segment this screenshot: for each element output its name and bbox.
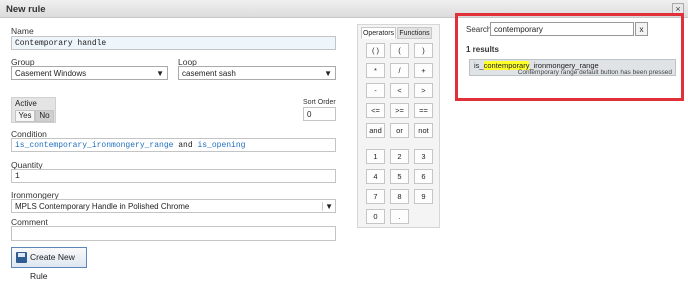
operator-key[interactable]: * (366, 63, 385, 78)
operators-panel: Operators Functions ( ) () * / + - < > <= >= == and… (357, 24, 440, 228)
condition-input[interactable]: is_contemporary_ironmongery_range and is… (11, 138, 336, 152)
loop-select[interactable]: casement sash ▼ (178, 66, 336, 80)
ironmongery-select[interactable]: MPLS Contemporary Handle in Polished Chr… (11, 199, 336, 213)
comment-input[interactable] (11, 226, 336, 241)
ironmongery-select-value: MPLS Contemporary Handle in Polished Chr… (15, 202, 190, 211)
operator-key[interactable]: and (366, 123, 385, 138)
number-key[interactable]: 1 (366, 149, 385, 164)
operator-key[interactable]: ( (390, 43, 409, 58)
dialog-title: New rule (6, 4, 46, 15)
chevron-down-icon: ▼ (156, 69, 164, 78)
number-key[interactable]: 8 (390, 189, 409, 204)
group-select[interactable]: Casement Windows ▼ (11, 66, 168, 80)
sort-order-input[interactable]: 0 (303, 107, 336, 121)
operator-key[interactable]: + (414, 63, 433, 78)
active-label: Active (15, 99, 37, 108)
group-select-value: Casement Windows (15, 69, 87, 78)
condition-identifier: is_contemporary_ironmongery_range (15, 141, 174, 150)
number-key[interactable]: 9 (414, 189, 433, 204)
sort-order-label: Sort Order (303, 99, 336, 106)
loop-select-value: casement sash (182, 69, 236, 78)
tab-operators[interactable]: Operators (361, 27, 396, 39)
operator-key[interactable]: ) (414, 43, 433, 58)
number-key[interactable]: 2 (390, 149, 409, 164)
number-key[interactable]: 3 (414, 149, 433, 164)
number-key[interactable]: 6 (414, 169, 433, 184)
save-icon (16, 252, 27, 263)
operator-key[interactable]: / (390, 63, 409, 78)
search-result-item[interactable]: is_contemporary_ironmongery_range Contem… (469, 59, 676, 76)
operator-key[interactable]: - (366, 83, 385, 98)
chevron-down-icon: ▼ (322, 202, 333, 211)
operator-key[interactable]: == (414, 103, 433, 118)
tab-functions[interactable]: Functions (397, 27, 432, 39)
name-label: Name (11, 26, 34, 36)
name-input[interactable]: Contemporary handle (11, 36, 336, 50)
search-input[interactable]: contemporary (490, 22, 634, 36)
number-key[interactable]: 4 (366, 169, 385, 184)
chevron-down-icon: ▼ (324, 69, 332, 78)
number-key[interactable]: 5 (390, 169, 409, 184)
operator-key[interactable]: ( ) (366, 43, 385, 58)
create-new-rule-button[interactable]: Create New Rule (11, 247, 87, 281)
operator-key[interactable]: not (414, 123, 433, 138)
operator-key[interactable]: or (390, 123, 409, 138)
operator-key[interactable]: < (390, 83, 409, 98)
operator-key[interactable]: >= (390, 103, 409, 118)
active-yes-button[interactable]: Yes (15, 110, 35, 122)
condition-operator: and (173, 141, 198, 150)
active-toggle-group: Active Yes No (11, 97, 56, 123)
operator-key[interactable]: <= (366, 103, 385, 118)
number-key[interactable]: 7 (366, 189, 385, 204)
condition-identifier: is_opening (197, 141, 246, 150)
clear-search-button[interactable]: x (635, 22, 648, 36)
create-new-rule-label: Create New Rule (30, 252, 75, 281)
results-count: 1 results (466, 45, 499, 54)
active-no-button[interactable]: No (35, 110, 54, 122)
number-key[interactable]: 0 (366, 209, 385, 224)
operator-key[interactable]: > (414, 83, 433, 98)
number-key[interactable]: . (390, 209, 409, 224)
result-description: Contemporary range default button has be… (517, 69, 672, 76)
quantity-input[interactable]: 1 (11, 169, 336, 183)
